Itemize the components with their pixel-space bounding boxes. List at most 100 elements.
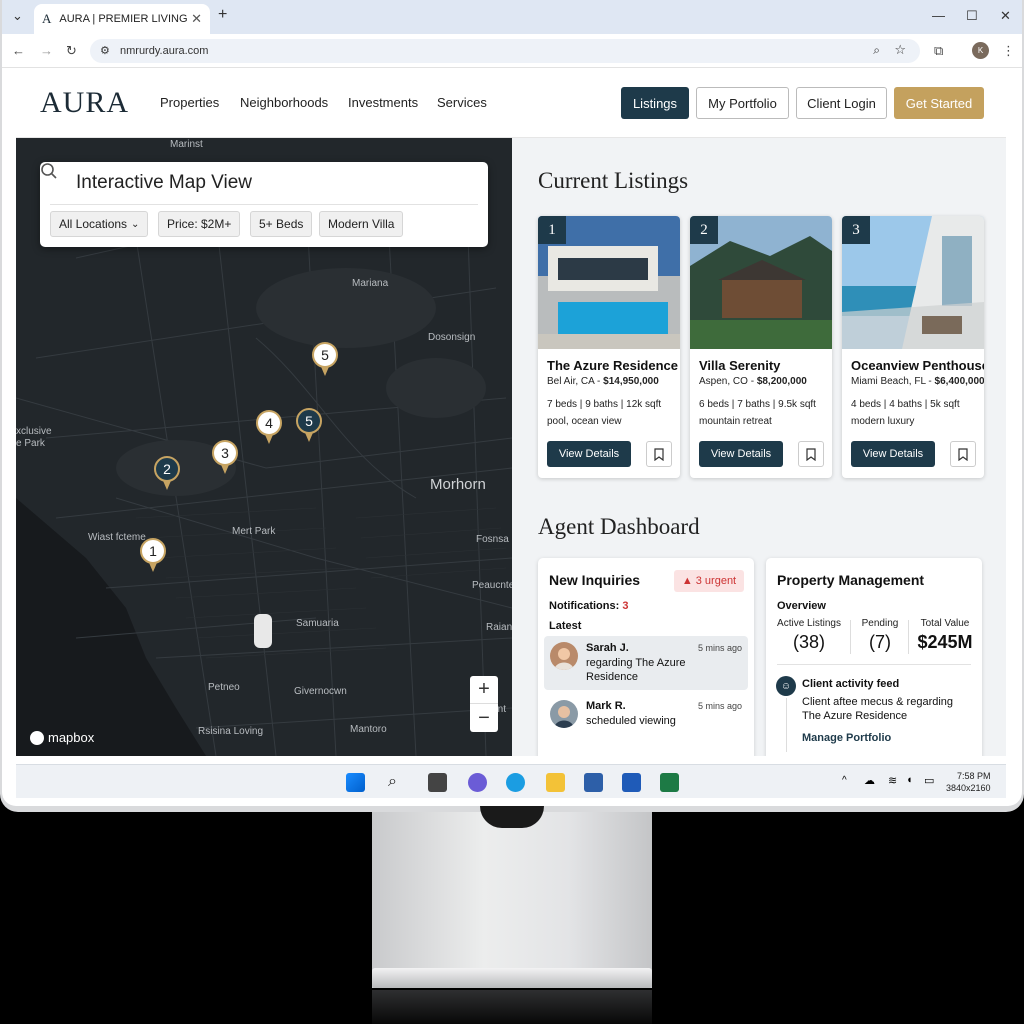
client-login-button[interactable]: Client Login <box>796 87 887 119</box>
bookmark-glyph <box>806 447 816 461</box>
users-icon: ☺ <box>776 676 796 696</box>
map-pin[interactable]: 1 <box>140 538 166 574</box>
stat-label: Active Listings <box>777 618 841 629</box>
agent-dashboard-title: Agent Dashboard <box>538 514 700 539</box>
battery-icon[interactable]: ▭ <box>924 774 934 787</box>
view-details-button[interactable]: View Details <box>547 441 631 467</box>
tab-search-icon[interactable]: ⌄ <box>12 8 23 24</box>
map-label: Petneo <box>208 682 240 693</box>
view-details-button[interactable]: View Details <box>699 441 783 467</box>
filter-beds[interactable]: 5+ Beds <box>250 211 313 237</box>
windows-start-icon[interactable] <box>346 773 365 792</box>
zoom-in-button[interactable]: + <box>470 676 498 704</box>
listing-price: $14,950,000 <box>603 376 659 387</box>
store-icon[interactable] <box>584 773 603 792</box>
avatar-sarah <box>550 642 578 670</box>
forward-icon[interactable]: → <box>40 43 53 58</box>
avatar <box>550 700 578 728</box>
address-bar[interactable]: ⚙ nmrurdy.aura.com ⌕ ☆ <box>90 39 920 63</box>
nav-services[interactable]: Services <box>437 95 487 110</box>
filter-modern-villa[interactable]: Modern Villa <box>319 211 404 237</box>
tray-chevron-icon[interactable]: ^ <box>842 775 847 786</box>
map-pin[interactable]: 3 <box>212 440 238 476</box>
wifi-icon[interactable]: ≋ <box>888 774 897 787</box>
maximize-icon[interactable]: ☐ <box>966 8 978 24</box>
mapbox-logo-icon <box>30 730 44 745</box>
nav-properties[interactable]: Properties <box>160 95 219 110</box>
clock[interactable]: 7:58 PM 3840x2160 <box>946 770 991 794</box>
listing-number: 3 <box>842 216 870 244</box>
pin-label: 1 <box>140 538 166 564</box>
site-header: AURA Properties Neighborhoods Investment… <box>16 68 1006 138</box>
menu-kebab-icon[interactable]: ⋮ <box>1002 43 1015 59</box>
inquiry-message[interactable]: Sarah J. regarding The Azure Residence 5… <box>544 636 748 690</box>
bookmark-icon[interactable] <box>950 441 976 467</box>
manage-portfolio-link[interactable]: Manage Portfolio <box>802 732 891 744</box>
word-icon[interactable] <box>622 773 641 792</box>
close-window-icon[interactable]: ✕ <box>1000 8 1011 24</box>
excel-icon[interactable] <box>660 773 679 792</box>
profile-avatar[interactable]: K <box>972 42 989 59</box>
inquiry-sender: Mark R. <box>586 700 626 712</box>
zoom-control: + − <box>470 676 498 732</box>
listings-button[interactable]: Listings <box>621 87 689 119</box>
cloud-icon[interactable]: ☁ <box>864 774 875 787</box>
listing-beds: 7 beds <box>547 399 578 410</box>
volume-icon[interactable]: ◖ <box>906 774 913 786</box>
inquiry-message[interactable]: Mark R. scheduled viewing 5 mins ago <box>544 694 748 748</box>
overview-label: Overview <box>777 600 826 612</box>
map-pin[interactable]: 5 <box>296 408 322 444</box>
inquiry-text: scheduled viewing <box>586 715 676 727</box>
map-pin[interactable]: 4 <box>256 410 282 446</box>
close-tab-icon[interactable]: ✕ <box>191 11 202 27</box>
edge-icon[interactable] <box>506 773 525 792</box>
view-details-button[interactable]: View Details <box>851 441 935 467</box>
aura-logo[interactable]: AURA <box>40 86 129 120</box>
search-icon[interactable]: ⌕ <box>388 773 407 792</box>
tab-title: AURA | PREMIER LIVING <box>59 13 188 25</box>
stand-reflection <box>372 990 652 1024</box>
notifications-row: Notifications: 3 <box>549 600 628 612</box>
stat-value: (38) <box>792 632 825 652</box>
bookmark-icon[interactable] <box>646 441 672 467</box>
avatar <box>550 642 578 670</box>
map-search-input[interactable]: Interactive Map View <box>76 172 252 194</box>
teams-icon[interactable] <box>468 773 487 792</box>
urgent-badge[interactable]: ▲ 3 urgent <box>674 570 744 592</box>
stat-total-value: Total Value $245M <box>910 618 980 653</box>
map-pin[interactable]: 2 <box>154 456 180 492</box>
back-icon[interactable]: ← <box>12 43 25 58</box>
task-view-icon[interactable] <box>428 773 447 792</box>
listing-card[interactable]: 2 Villa Serenity Aspen, CO - $8,200,000 … <box>690 216 832 478</box>
listing-card[interactable]: 3 Oceanview Penthouse Miami Beach, FL - … <box>842 216 984 478</box>
bookmark-star-icon[interactable]: ☆ <box>894 42 906 58</box>
filter-all-locations[interactable]: All Locations ⌄ <box>50 211 149 237</box>
nav-investments[interactable]: Investments <box>348 95 418 110</box>
warning-icon: ▲ <box>681 575 693 587</box>
nav-neighborhoods[interactable]: Neighborhoods <box>240 95 328 110</box>
interactive-map[interactable]: Interactive Map View All Locations ⌄ Pri… <box>16 138 512 756</box>
right-panel: Current Listings 1 The Azure Residence B… <box>512 138 1006 756</box>
map-pin[interactable]: 5 <box>312 342 338 378</box>
listing-baths: 7 baths <box>737 399 770 410</box>
browser-tab[interactable]: A AURA | PREMIER LIVING ✕ <box>34 4 210 34</box>
stat-label: Pending <box>861 618 899 629</box>
mapbox-attribution[interactable]: mapbox <box>30 730 94 745</box>
url-text: nmrurdy.aura.com <box>120 45 209 57</box>
pin-label: 4 <box>256 410 282 436</box>
listing-card[interactable]: 1 The Azure Residence Bel Air, CA - $14,… <box>538 216 680 478</box>
new-tab-icon[interactable]: + <box>218 6 227 24</box>
zoom-icon[interactable]: ⌕ <box>873 43 880 58</box>
my-portfolio-button[interactable]: My Portfolio <box>696 87 789 119</box>
new-inquiries-panel: New Inquiries ▲ 3 urgent Notifications: … <box>538 558 754 756</box>
extensions-icon[interactable]: ⧉ <box>934 43 943 59</box>
bookmark-icon[interactable] <box>798 441 824 467</box>
get-started-button[interactable]: Get Started <box>894 87 984 119</box>
reload-icon[interactable]: ↻ <box>66 43 77 59</box>
file-explorer-icon[interactable] <box>546 773 565 792</box>
minimize-icon[interactable]: — <box>932 8 945 23</box>
zoom-out-button[interactable]: − <box>470 704 498 732</box>
filter-price[interactable]: Price: $2M+ <box>158 211 241 237</box>
map-label: Rsisina Loving <box>198 726 264 737</box>
site-info-icon[interactable]: ⚙ <box>100 44 110 57</box>
